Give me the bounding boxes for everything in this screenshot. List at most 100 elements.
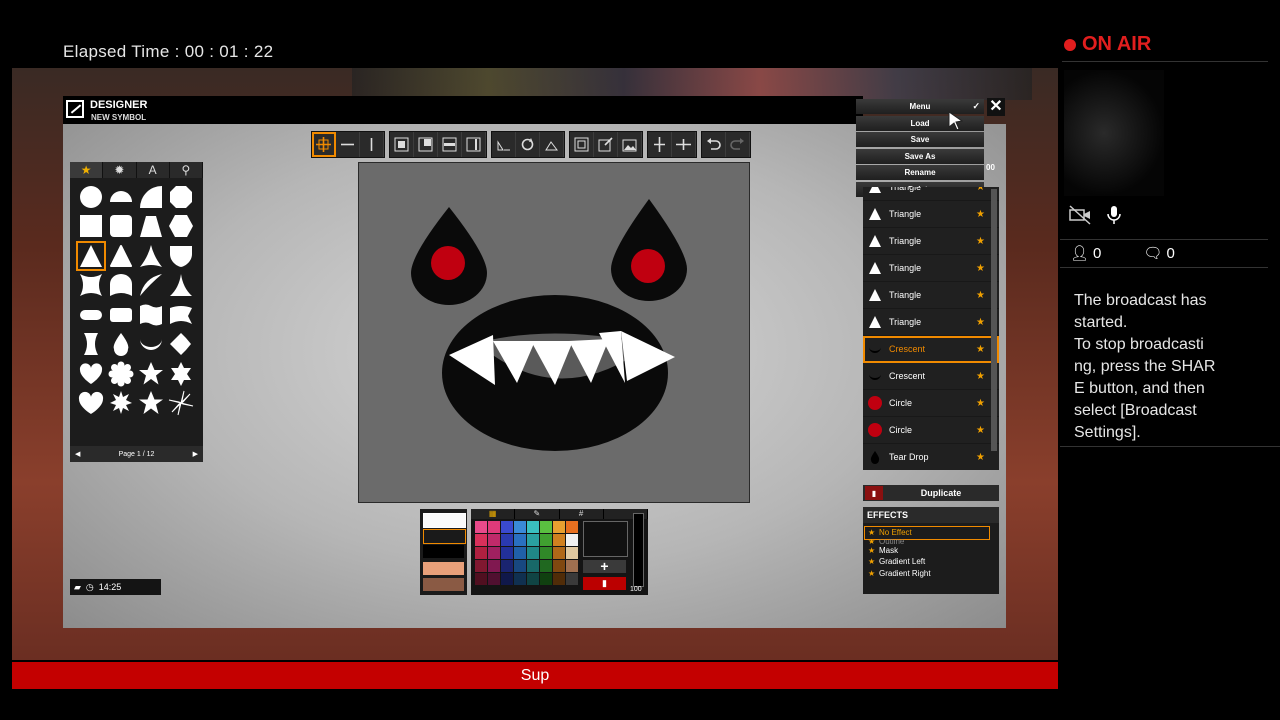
favorite-star-icon[interactable]: ★ — [976, 344, 985, 355]
palette-color[interactable] — [501, 560, 513, 572]
palette-color[interactable] — [475, 534, 487, 546]
delete-color-button[interactable]: ▮ — [583, 577, 626, 590]
shape-octagon[interactable] — [166, 182, 196, 212]
shape-half-circle[interactable] — [106, 182, 136, 212]
layer-item[interactable]: Triangle ★ — [863, 255, 999, 282]
favorite-star-icon[interactable]: ★ — [976, 290, 985, 301]
palette-color[interactable] — [566, 560, 578, 572]
effect-no-effect[interactable]: No Effect — [864, 526, 990, 540]
shape-flag[interactable] — [136, 300, 166, 330]
send-back-button[interactable] — [462, 132, 486, 157]
favorite-star-icon[interactable]: ★ — [976, 209, 985, 220]
shape-circle[interactable] — [76, 182, 106, 212]
shape-hexagon[interactable] — [166, 212, 196, 242]
send-backward-button[interactable] — [438, 132, 462, 157]
palette-color[interactable] — [514, 534, 526, 546]
palette-color[interactable] — [514, 560, 526, 572]
swatch-selected[interactable] — [423, 529, 466, 544]
palette-color[interactable] — [566, 573, 578, 585]
align-vertical-button[interactable] — [360, 132, 384, 157]
shape-scallop[interactable] — [106, 359, 136, 389]
tab-stickers[interactable]: ✹ — [103, 162, 137, 178]
menu-header[interactable]: Menu ✓ — [856, 99, 984, 114]
shape-pinwheel[interactable] — [166, 389, 196, 419]
shape-arch[interactable] — [106, 271, 136, 301]
shape-hourglass[interactable] — [76, 330, 106, 360]
palette-color[interactable] — [566, 547, 578, 559]
palette-color[interactable] — [527, 547, 539, 559]
palette-color[interactable] — [488, 547, 500, 559]
next-page-button[interactable]: ▶ — [188, 450, 203, 458]
shape-blob[interactable] — [166, 330, 196, 360]
align-center-button[interactable] — [312, 132, 336, 157]
palette-color[interactable] — [527, 560, 539, 572]
palette-color[interactable] — [553, 560, 565, 572]
redo-button[interactable] — [726, 132, 750, 157]
favorite-star-icon[interactable]: ★ — [976, 452, 985, 463]
bring-front-button[interactable] — [390, 132, 414, 157]
flip-button[interactable] — [492, 132, 516, 157]
palette-color[interactable] — [553, 521, 565, 533]
layer-item[interactable]: Crescent ★ — [863, 336, 999, 363]
undo-button[interactable] — [702, 132, 726, 157]
palette-color[interactable] — [475, 560, 487, 572]
snap-horizontal-button[interactable] — [672, 132, 696, 157]
palette-color[interactable] — [553, 534, 565, 546]
align-horizontal-button[interactable] — [336, 132, 360, 157]
palette-color[interactable] — [566, 521, 578, 533]
palette-color[interactable] — [527, 521, 539, 533]
favorite-star-icon[interactable]: ★ — [976, 371, 985, 382]
favorite-star-icon[interactable]: ★ — [976, 398, 985, 409]
palette-color[interactable] — [501, 521, 513, 533]
shape-concave-square[interactable] — [76, 271, 106, 301]
tab-eyedropper[interactable]: ✎ — [515, 509, 560, 519]
palette-color[interactable] — [501, 547, 513, 559]
shape-heart[interactable] — [76, 359, 106, 389]
shape-teardrop[interactable] — [106, 330, 136, 360]
favorite-star-icon[interactable]: ★ — [976, 263, 985, 274]
palette-color[interactable] — [501, 534, 513, 546]
prev-page-button[interactable]: ◀ — [70, 450, 85, 458]
effect-mask[interactable]: Mask — [865, 545, 989, 557]
palette-color[interactable] — [488, 534, 500, 546]
palette-color[interactable] — [553, 573, 565, 585]
tab-favorites[interactable]: ★ — [70, 162, 104, 178]
shape-star[interactable] — [136, 359, 166, 389]
tab-custom[interactable]: ⚲ — [170, 162, 203, 178]
shape-shield[interactable] — [166, 241, 196, 271]
shape-banner[interactable] — [166, 300, 196, 330]
favorite-star-icon[interactable]: ★ — [976, 425, 985, 436]
layer-item[interactable]: Tear Drop ★ — [863, 444, 999, 470]
design-canvas[interactable] — [358, 162, 750, 503]
palette-color[interactable] — [514, 573, 526, 585]
shape-concave-triangle[interactable] — [136, 241, 166, 271]
swatch-black[interactable] — [423, 545, 464, 558]
opacity-slider[interactable] — [633, 513, 644, 587]
shape-six-star[interactable] — [166, 359, 196, 389]
shape-star-bold[interactable] — [136, 389, 166, 419]
palette-color[interactable] — [475, 521, 487, 533]
layer-item[interactable]: Circle ★ — [863, 390, 999, 417]
palette-color[interactable] — [475, 547, 487, 559]
rotate-button[interactable] — [516, 132, 540, 157]
shape-crescent[interactable] — [136, 330, 166, 360]
layer-item[interactable]: Triangle ★ — [863, 187, 999, 201]
tab-text[interactable]: A — [137, 162, 170, 178]
group-button[interactable] — [570, 132, 594, 157]
shape-trapezoid[interactable] — [136, 212, 166, 242]
bring-forward-button[interactable] — [414, 132, 438, 157]
menu-item-load[interactable]: Load — [856, 115, 984, 131]
favorite-star-icon[interactable]: ★ — [976, 236, 985, 247]
shape-pill[interactable] — [76, 300, 106, 330]
palette-color[interactable] — [527, 573, 539, 585]
tab-palette[interactable]: ▦ — [471, 509, 516, 519]
layer-item[interactable]: Crescent ★ — [863, 363, 999, 390]
palette-color[interactable] — [514, 547, 526, 559]
palette-color[interactable] — [540, 521, 552, 533]
menu-item-save-as[interactable]: Save As — [856, 148, 984, 164]
swatch-white[interactable] — [423, 513, 466, 528]
palette-color[interactable] — [514, 521, 526, 533]
shape-burst[interactable] — [106, 389, 136, 419]
shape-spike-triangle[interactable] — [166, 271, 196, 301]
mirror-button[interactable] — [540, 132, 564, 157]
